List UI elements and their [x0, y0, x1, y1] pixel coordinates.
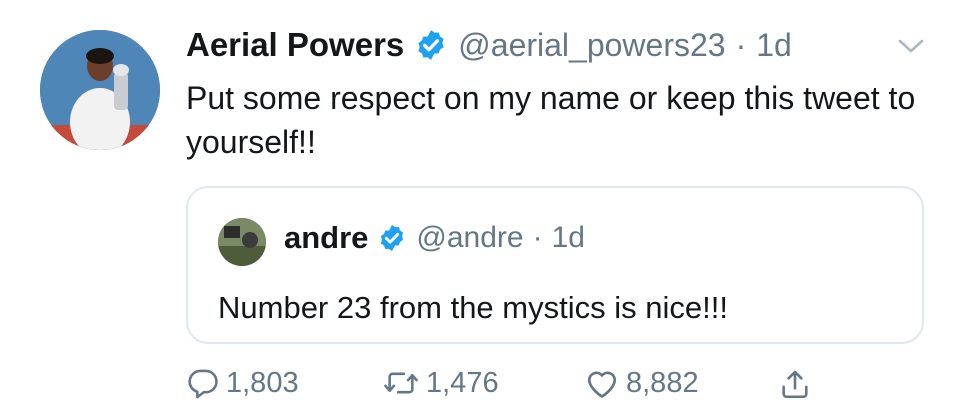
quoted-tweet-text: Number 23 from the mystics is nice!!!: [218, 290, 728, 325]
quoted-author-name[interactable]: andre: [284, 220, 368, 256]
share-button[interactable]: [778, 366, 812, 402]
quoted-tweet[interactable]: andre @andre · 1d Number 23 from the mys…: [186, 186, 924, 344]
like-count: 8,882: [626, 366, 699, 399]
avatar-photo: [40, 30, 160, 150]
verified-badge-icon: [418, 30, 444, 60]
reply-count: 1,803: [226, 366, 299, 399]
chevron-down-icon[interactable]: [896, 36, 926, 56]
tweet-card[interactable]: Aerial Powers @aerial_powers23 · 1d Put …: [0, 0, 967, 420]
tweet-actions: 1,803 1,476 8,882: [186, 366, 926, 412]
heart-icon: [587, 371, 617, 398]
quoted-tweet-header: andre @andre · 1d: [284, 220, 585, 256]
meta-separator: ·: [735, 26, 747, 63]
verified-badge-icon: [381, 224, 404, 252]
retweet-count: 1,476: [426, 366, 499, 399]
reply-icon: [188, 369, 218, 399]
author-avatar[interactable]: [40, 30, 160, 150]
tweet-text: Put some respect on my name or keep this…: [186, 80, 916, 160]
author-name[interactable]: Aerial Powers: [186, 26, 404, 64]
quoted-avatar-photo: [218, 218, 266, 266]
quoted-tweet-timestamp[interactable]: 1d: [552, 221, 585, 255]
retweet-icon: [384, 372, 418, 394]
like-button[interactable]: 8,882: [584, 366, 699, 400]
retweet-button[interactable]: 1,476: [382, 366, 499, 400]
tweet-header: Aerial Powers @aerial_powers23 · 1d: [186, 26, 792, 64]
quoted-author-avatar[interactable]: [218, 218, 266, 266]
quoted-meta-separator: ·: [532, 221, 543, 254]
tweet-timestamp[interactable]: 1d: [756, 27, 792, 64]
author-handle[interactable]: @aerial_powers23: [458, 27, 725, 64]
reply-button[interactable]: 1,803: [186, 366, 299, 400]
share-icon: [782, 370, 808, 399]
quoted-author-handle[interactable]: @andre: [416, 221, 523, 255]
